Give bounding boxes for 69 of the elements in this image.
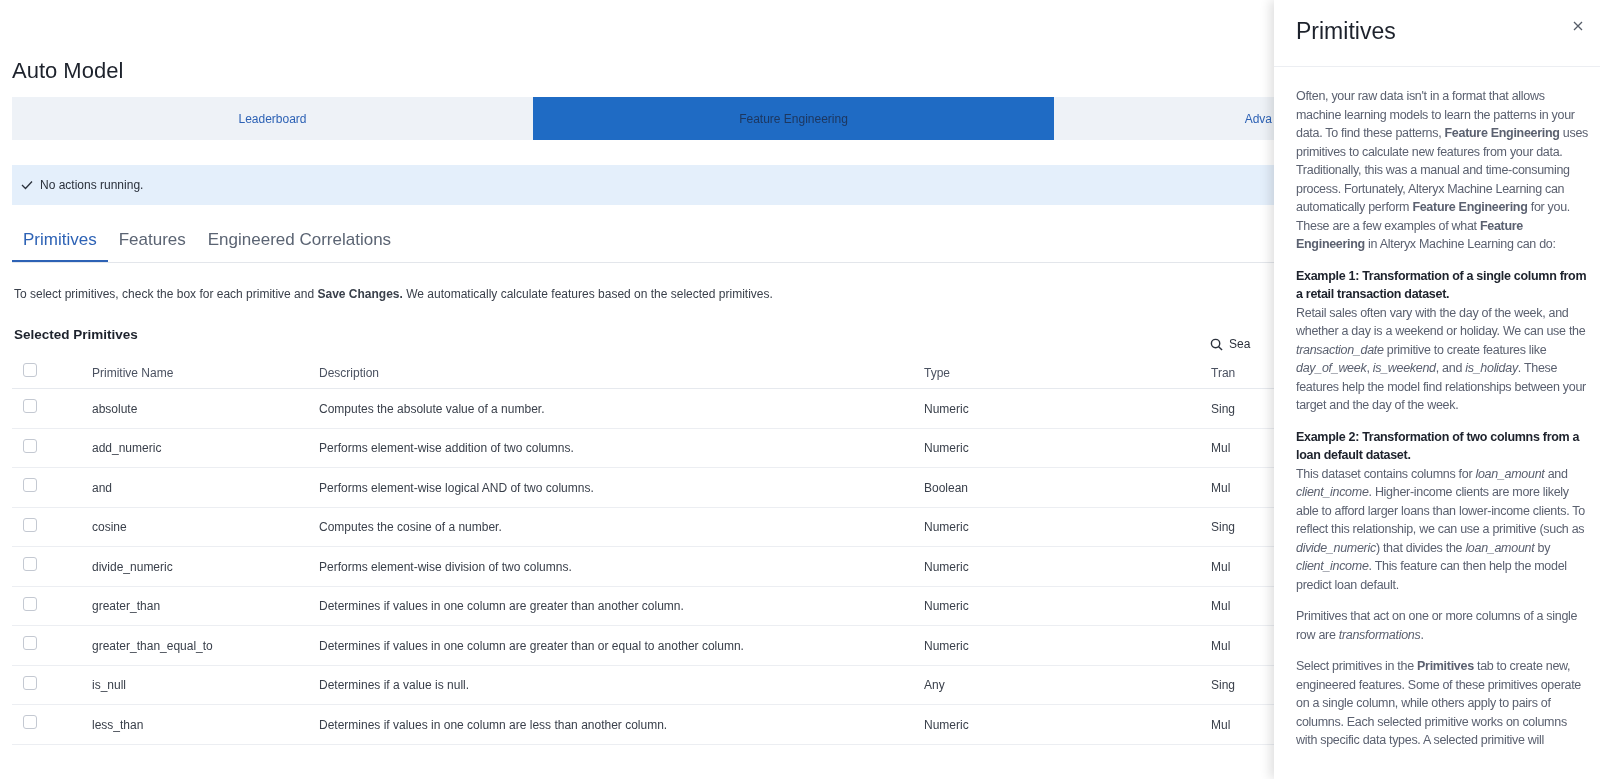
table-cell: Numeric [924,520,969,534]
table-cell: Sing [1211,520,1236,534]
table-cell: Sing [1211,678,1236,692]
column-header: Type [924,365,950,380]
table-cell: greater_than [92,599,161,613]
table-cell: Numeric [924,599,969,613]
section-title: Selected Primitives [14,326,138,344]
search-field[interactable]: Sea [1229,335,1269,354]
page-title: Auto Model [12,57,124,85]
column-header: Tran [1211,365,1236,380]
panel-paragraph: This dataset contains columns for loan_amount and client_income. Higher-income clients are more likely able to afford larger loans than lower-income clients. To reflect this relationship, we can use a primitive (such as divide_numeric) that divides the loan_amount by client_income. This feature can then help the model predict loan default. [1296,465,1586,594]
table-cell: Any [924,678,945,692]
table-cell: Determines if values in one column are greater than or equal to another column. [319,638,744,653]
close-icon [1573,21,1583,31]
table-cell: Performs element-wise division of two columns. [319,559,572,574]
table-cell: Performs element-wise addition of two columns. [319,441,574,455]
panel-paragraph: Often, your raw data isn't in a format that allows machine learning models to learn the patterns in your data. To find these patterns, Feature Engineering uses primitives to calculate new features from your data. Traditionally, this was a manual and time-consuming process. Fortunately, Alteryx Machine Learning can automatically perform Feature Engineering for you. These are a few examples of what Feature Engineering in Alteryx Machine Learning can do: [1296,88,1590,253]
column-header: Primitive Name [92,365,174,380]
table-cell: Mul [1211,599,1231,613]
checkbox[interactable] [23,596,37,611]
instructions-text: To select primitives, check the box for each primitive and Save Changes. We automatically calculate features based on the selected primitives. [13,286,774,303]
table-cell: Determines if a value is null. [319,678,470,692]
table-cell: Mul [1211,480,1231,495]
table-cell: is_null [92,678,127,692]
checkbox[interactable] [23,363,37,378]
example-heading: Example 2: Transformation of two columns from a loan default dataset. [1296,428,1581,464]
panel-title: Primitives [1296,17,1396,46]
checkbox[interactable] [23,675,37,690]
table-cell: Numeric [924,401,969,416]
sub-tab[interactable]: Features [107,220,197,262]
table-cell: Mul [1211,441,1231,455]
table-cell: divide_numeric [92,559,173,574]
sub-tab[interactable]: Primitives [12,220,108,262]
table-cell: Numeric [924,559,969,574]
checkbox[interactable] [23,517,37,532]
table-cell: Computes the cosine of a number. [319,520,502,534]
table-cell: cosine [92,520,127,534]
checkbox[interactable] [23,557,37,571]
checkbox[interactable] [23,478,37,492]
panel-paragraph: Select primitives in the Primitives tab to create new, engineered features. Some of these primitives operate on a single column, while others apply to pairs of columns. Each selected primitive works on columns with specific data types. A selected primitive will [1296,658,1582,749]
table-cell: and [92,480,113,495]
table-cell: Numeric [924,717,969,732]
table-cell: Numeric [924,441,969,455]
example-heading: Example 1: Transformation of a single column from a retail transaction dataset. [1296,267,1588,303]
table-cell: Determines if values in one column are less than another column. [319,717,668,732]
panel-paragraph: Retail sales often vary with the day of the week, and whether a day is a weekend or holiday. We can use the transaction_date primitive to create features like day_of_week, is_weekend, and is_holiday. These features help the model find relationships between your target and the day of the week. [1296,304,1587,414]
table-cell: add_numeric [92,441,162,455]
checkbox[interactable] [23,715,37,729]
table-cell: Sing [1211,401,1236,416]
table-cell: Mul [1211,717,1231,732]
status-text: No actions running. [40,177,144,194]
table-cell: Mul [1211,559,1231,574]
check-icon [21,180,33,190]
column-header: Description [319,365,380,380]
table-cell: greater_than_equal_to [92,638,213,653]
table-cell: Determines if values in one column are greater than another column. [319,599,684,613]
table-cell: less_than [92,717,144,732]
checkbox[interactable] [23,399,37,413]
panel-paragraph: Primitives that act on one or more columns of a single row are transformations. [1296,608,1579,644]
search-icon [1210,337,1223,351]
table-cell: Performs element-wise logical AND of two columns. [319,480,594,495]
table-cell: absolute [92,401,138,416]
table-cell: Mul [1211,638,1231,653]
checkbox[interactable] [23,438,37,453]
sub-tab[interactable]: Engineered Correlations [196,220,403,262]
table-cell: Boolean [924,480,969,495]
checkbox[interactable] [23,636,37,650]
table-cell: Numeric [924,638,969,653]
table-cell: Computes the absolute value of a number. [319,401,545,416]
